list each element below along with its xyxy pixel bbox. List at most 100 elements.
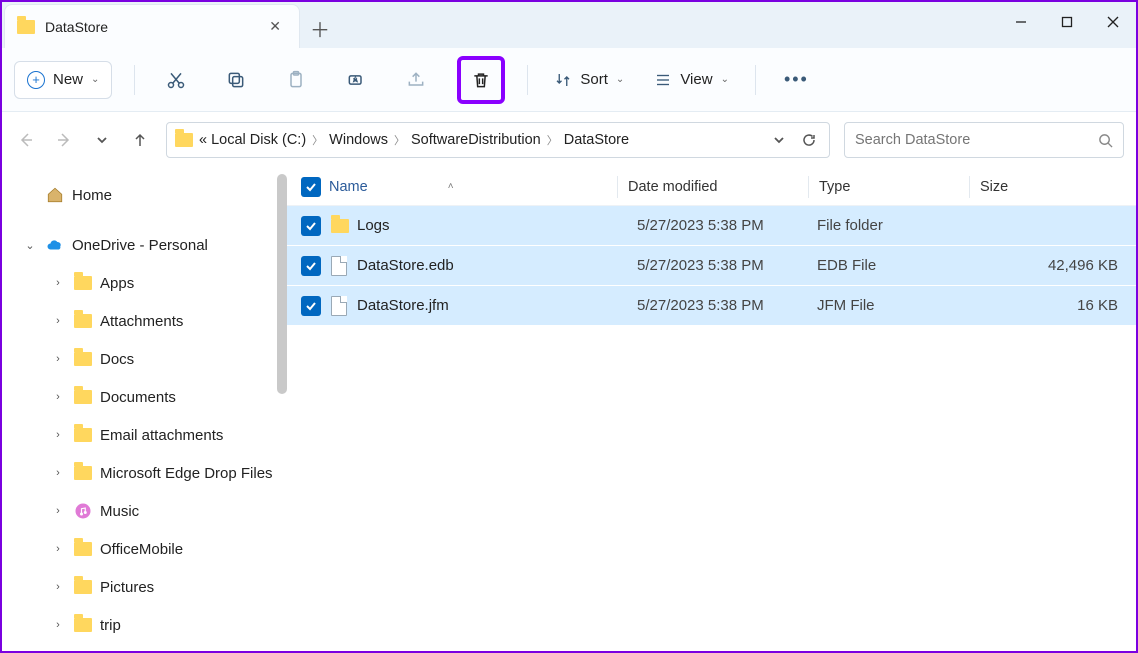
sidebar-item[interactable]: ›Documents: [2, 378, 287, 416]
sidebar-label: Apps: [100, 275, 134, 292]
folder-icon: [74, 390, 92, 404]
chevron-right-icon[interactable]: ›: [50, 467, 66, 479]
file-type: EDB File: [817, 257, 967, 274]
folder-icon: [17, 20, 35, 34]
up-button[interactable]: [128, 128, 152, 152]
more-button[interactable]: •••: [778, 69, 815, 90]
sort-button[interactable]: Sort ⌄: [550, 71, 628, 89]
recent-button[interactable]: [90, 128, 114, 152]
search-input[interactable]: [855, 132, 1090, 148]
minimize-button[interactable]: [998, 2, 1044, 42]
sidebar-item[interactable]: › Email attachments: [2, 416, 287, 454]
sort-indicator-icon: ˄: [448, 181, 454, 192]
file-name: DataStore.edb: [357, 257, 637, 274]
sidebar-item-home[interactable]: Home: [2, 176, 287, 214]
chevron-right-icon[interactable]: ›: [50, 277, 66, 289]
file-rows: Logs5/27/2023 5:38 PMFile folderDataStor…: [287, 206, 1136, 326]
delete-button[interactable]: [462, 61, 500, 99]
delete-highlight: [457, 56, 505, 104]
maximize-button[interactable]: [1044, 2, 1090, 42]
tab-title: DataStore: [45, 19, 253, 35]
folder-icon: [74, 542, 92, 556]
sidebar-item[interactable]: ›Pictures: [2, 568, 287, 606]
file-row[interactable]: Logs5/27/2023 5:38 PMFile folder: [287, 206, 1136, 246]
column-name[interactable]: Name˄: [329, 179, 617, 195]
tab-datastore[interactable]: DataStore ✕: [4, 4, 300, 48]
column-date[interactable]: Date modified: [628, 179, 808, 195]
home-icon: [46, 186, 64, 204]
file-pane: Name˄ Date modified Type Size Logs5/27/2…: [287, 168, 1136, 651]
scrollbar[interactable]: [277, 174, 287, 394]
sidebar-item[interactable]: › Docs: [2, 340, 287, 378]
close-window-button[interactable]: [1090, 2, 1136, 42]
chevron-right-icon[interactable]: ›: [50, 581, 66, 593]
chevron-right-icon[interactable]: ›: [50, 353, 66, 365]
row-checkbox[interactable]: [301, 216, 321, 236]
file-type: File folder: [817, 217, 967, 234]
chevron-right-icon[interactable]: ›: [50, 543, 66, 555]
view-button[interactable]: View ⌄: [650, 71, 733, 89]
refresh-button[interactable]: [797, 128, 821, 152]
column-headers: Name˄ Date modified Type Size: [287, 168, 1136, 206]
folder-icon: [331, 219, 349, 233]
sidebar-label: Docs: [100, 351, 134, 368]
sidebar-label: OfficeMobile: [100, 541, 183, 558]
row-checkbox[interactable]: [301, 256, 321, 276]
chevron-right-icon[interactable]: ›: [50, 391, 66, 403]
sidebar-item[interactable]: › Apps: [2, 264, 287, 302]
file-name: DataStore.jfm: [357, 297, 637, 314]
address-bar[interactable]: « Local Disk (C:) 〉 Windows 〉 SoftwareDi…: [166, 122, 830, 158]
address-dropdown[interactable]: [767, 128, 791, 152]
chevron-down-icon[interactable]: ⌄: [22, 239, 38, 252]
breadcrumb-overflow[interactable]: «: [199, 132, 207, 148]
sidebar-item[interactable]: ›Attachments: [2, 302, 287, 340]
breadcrumb-item[interactable]: DataStore: [564, 132, 629, 148]
breadcrumb-item[interactable]: Windows: [329, 132, 388, 148]
sort-label: Sort: [580, 71, 608, 88]
file-explorer-window: DataStore ✕ ＋ + New ⌄ A Sort ⌄: [0, 0, 1138, 653]
row-checkbox[interactable]: [301, 296, 321, 316]
sidebar-item[interactable]: ›Microsoft Edge Drop Files: [2, 454, 287, 492]
chevron-right-icon: 〉: [392, 132, 407, 148]
breadcrumb-item[interactable]: SoftwareDistribution: [411, 132, 541, 148]
sidebar-item[interactable]: › OfficeMobile: [2, 530, 287, 568]
folder-icon: [74, 466, 92, 480]
file-row[interactable]: DataStore.jfm5/27/2023 5:38 PMJFM File16…: [287, 286, 1136, 326]
back-button[interactable]: [14, 128, 38, 152]
paste-button[interactable]: [277, 61, 315, 99]
sidebar-item[interactable]: ›Music: [2, 492, 287, 530]
rename-button[interactable]: A: [337, 61, 375, 99]
sidebar-item-onedrive[interactable]: ⌄ OneDrive - Personal: [2, 226, 287, 264]
view-icon: [654, 71, 672, 89]
file-type: JFM File: [817, 297, 967, 314]
new-tab-button[interactable]: ＋: [300, 8, 340, 48]
chevron-right-icon[interactable]: ›: [50, 619, 66, 631]
folder-icon: [74, 618, 92, 632]
folder-icon: [74, 352, 92, 366]
column-size[interactable]: Size: [980, 179, 1136, 195]
chevron-right-icon[interactable]: ›: [50, 315, 66, 327]
cloud-icon: [46, 236, 64, 254]
select-all-checkbox[interactable]: [301, 177, 321, 197]
body: Home ⌄ OneDrive - Personal › Apps ›Attachm…: [2, 168, 1136, 651]
close-tab-button[interactable]: ✕: [263, 14, 287, 39]
cut-button[interactable]: [157, 61, 195, 99]
search-icon: [1098, 133, 1113, 148]
chevron-right-icon[interactable]: ›: [50, 429, 66, 441]
plus-icon: +: [27, 71, 45, 89]
address-row: « Local Disk (C:) 〉 Windows 〉 SoftwareDi…: [2, 112, 1136, 168]
titlebar: DataStore ✕ ＋: [2, 2, 1136, 48]
sidebar-item[interactable]: ›trip: [2, 606, 287, 644]
sidebar-label: Email attachments: [100, 427, 223, 444]
new-button[interactable]: + New ⌄: [14, 61, 112, 99]
chevron-right-icon[interactable]: ›: [50, 505, 66, 517]
file-row[interactable]: DataStore.edb5/27/2023 5:38 PMEDB File42…: [287, 246, 1136, 286]
folder-icon: [175, 133, 193, 147]
search-box[interactable]: [844, 122, 1124, 158]
forward-button[interactable]: [52, 128, 76, 152]
column-type[interactable]: Type: [819, 179, 969, 195]
breadcrumb-item[interactable]: Local Disk (C:): [211, 132, 306, 148]
share-button[interactable]: [397, 61, 435, 99]
nav-sidebar[interactable]: Home ⌄ OneDrive - Personal › Apps ›Attachm…: [2, 168, 287, 651]
copy-button[interactable]: [217, 61, 255, 99]
